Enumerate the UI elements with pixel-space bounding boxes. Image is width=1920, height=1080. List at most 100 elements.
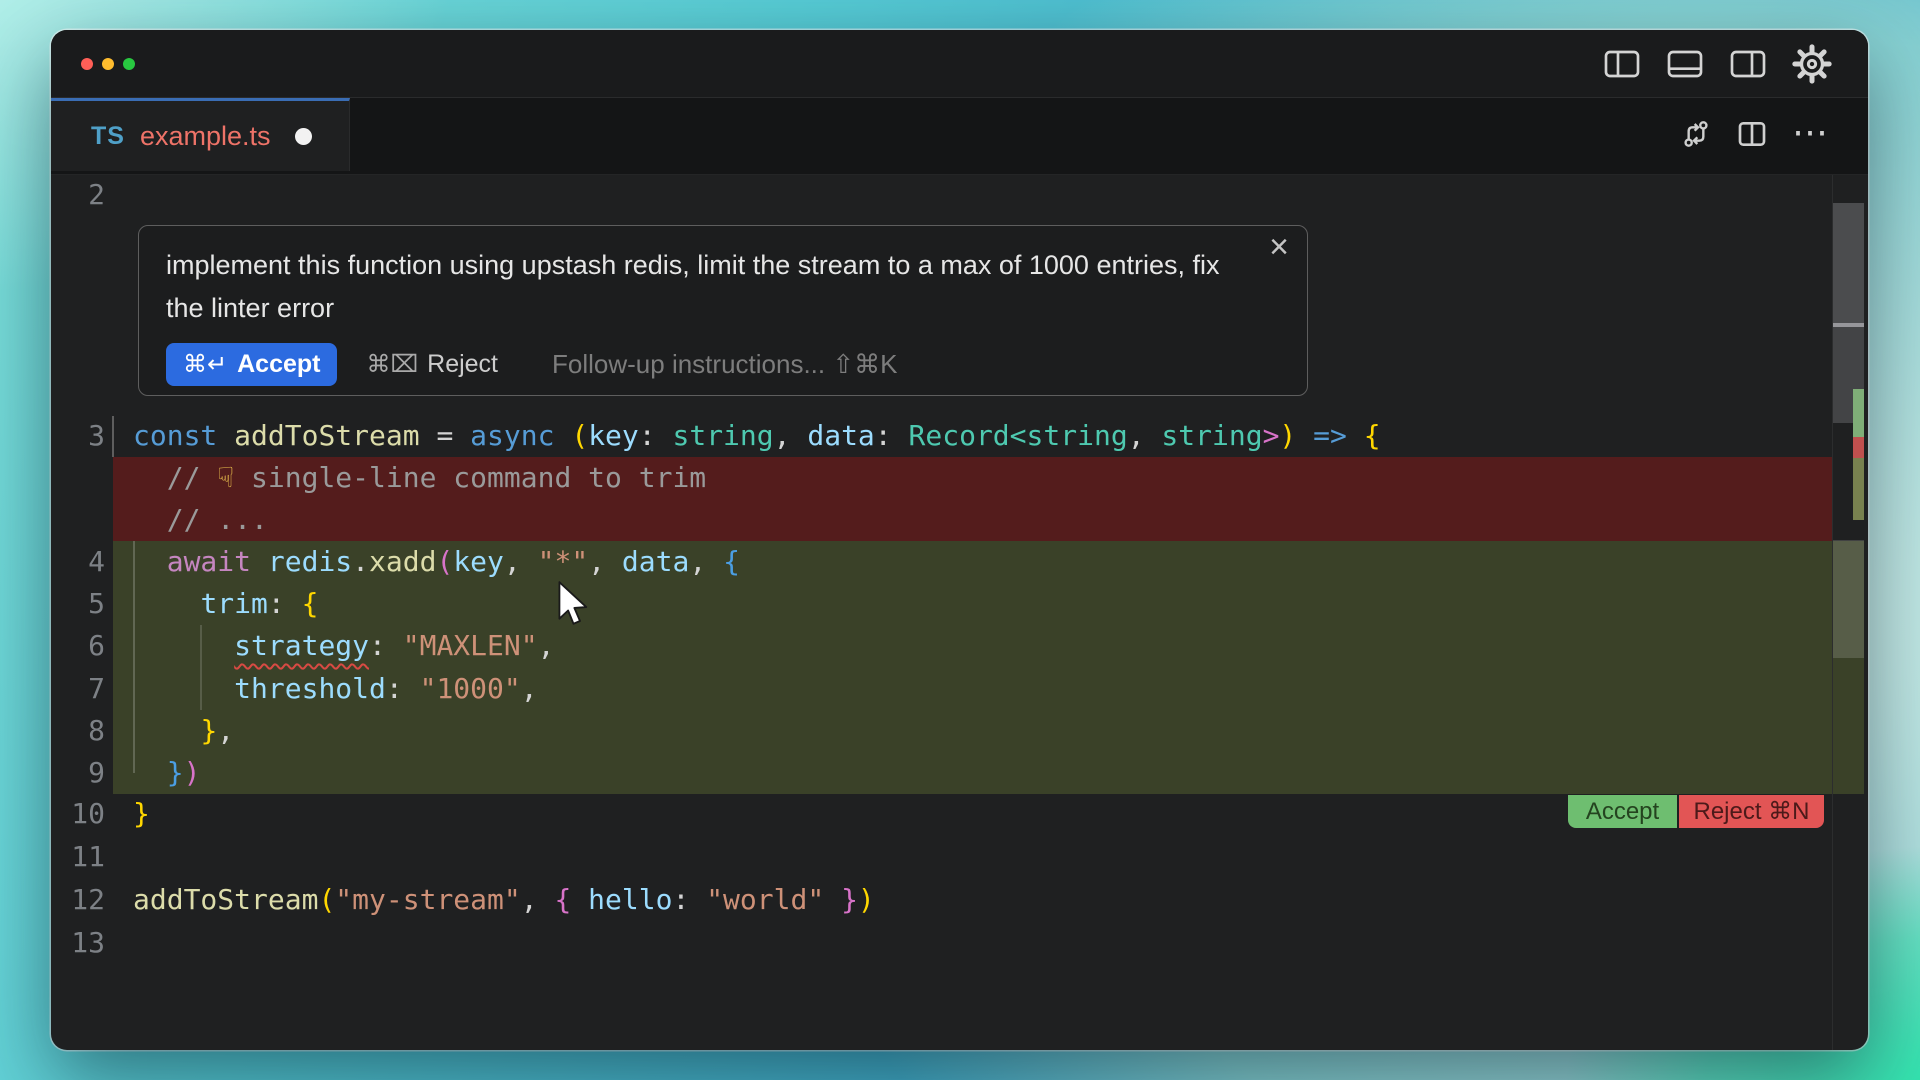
scrollbar-overlay xyxy=(1833,540,1864,658)
code-token: { xyxy=(554,883,571,916)
overview-ruler-deleted-mark xyxy=(1853,437,1864,458)
code-token: , xyxy=(521,672,538,705)
code-line[interactable]: // ... xyxy=(133,499,268,541)
code-token: ) xyxy=(184,756,201,789)
code-token: // xyxy=(133,461,217,494)
code-token: , xyxy=(521,883,555,916)
code-token xyxy=(1347,419,1364,452)
tab-actions: ⋯ xyxy=(1680,98,1828,174)
gutter-line-number: 2 xyxy=(51,174,105,216)
titlebar-actions xyxy=(1603,30,1832,97)
code-line[interactable]: trim: { xyxy=(133,583,318,625)
code-line[interactable]: }) xyxy=(133,752,200,794)
code-line[interactable]: // ☟ single-line command to trim xyxy=(133,457,706,499)
code-token: : xyxy=(672,883,706,916)
code-token: , xyxy=(774,419,808,452)
code-token: addToStream xyxy=(217,419,419,452)
code-token: threshold xyxy=(234,672,386,705)
gutter-line-number: 12 xyxy=(51,879,105,921)
code-token xyxy=(133,629,234,662)
typescript-file-icon: TS xyxy=(91,122,125,151)
compare-changes-icon[interactable] xyxy=(1680,118,1712,155)
code-token: redis xyxy=(268,545,352,578)
tab-example-ts[interactable]: TS example.ts xyxy=(51,98,350,171)
gutter-line-number: 6 xyxy=(51,625,105,667)
code-line[interactable]: }, xyxy=(133,710,234,752)
reject-button[interactable]: ⌘⌧ Reject xyxy=(366,350,498,379)
code-token xyxy=(554,419,571,452)
code-token: key xyxy=(588,419,639,452)
code-token: async xyxy=(470,419,554,452)
code-token: { xyxy=(723,545,740,578)
code-token: ☟ xyxy=(217,461,234,494)
gutter-line-number: 8 xyxy=(51,710,105,752)
code-token: } xyxy=(167,756,184,789)
close-window-button[interactable] xyxy=(81,58,93,70)
code-token: ( xyxy=(571,419,588,452)
gutter-line-number: 4 xyxy=(51,541,105,583)
edit-range-marker xyxy=(112,416,114,457)
code-line[interactable]: await redis.xadd(key, "*", data, { xyxy=(133,541,740,583)
code-token: , xyxy=(689,545,723,578)
code-token xyxy=(571,883,588,916)
code-token: single-line command to trim xyxy=(234,461,706,494)
titlebar xyxy=(51,30,1868,98)
code-token: ( xyxy=(436,545,453,578)
code-token xyxy=(251,545,268,578)
code-line[interactable]: const addToStream = async (key: string, … xyxy=(133,415,1381,457)
code-token: { xyxy=(302,587,319,620)
code-token: } xyxy=(841,883,858,916)
code-token: string xyxy=(672,419,773,452)
editor-window: TS example.ts xyxy=(51,30,1868,1050)
code-token: "1000" xyxy=(420,672,521,705)
code-token: data xyxy=(622,545,689,578)
more-actions-icon[interactable]: ⋯ xyxy=(1792,114,1828,158)
code-token: } xyxy=(133,797,150,830)
code-token: key xyxy=(453,545,504,578)
code-token: , xyxy=(1128,419,1162,452)
minimize-window-button[interactable] xyxy=(102,58,114,70)
overview-ruler-added-mark xyxy=(1853,389,1864,437)
gutter-line-number: 7 xyxy=(51,668,105,710)
code-token xyxy=(133,714,200,747)
split-editor-icon[interactable] xyxy=(1736,118,1768,155)
layout-sidebar-right-icon[interactable] xyxy=(1729,48,1767,80)
followup-instructions-input[interactable]: Follow-up instructions... ⇧⌘K xyxy=(552,349,897,380)
code-token: = xyxy=(420,419,471,452)
code-token: : xyxy=(268,587,302,620)
scrollbar-thumb[interactable] xyxy=(1833,203,1864,323)
prompt-instruction-text: implement this function using upstash re… xyxy=(166,244,1261,330)
gutter-line-number: 11 xyxy=(51,836,105,878)
code-line[interactable]: } xyxy=(133,793,150,835)
code-line[interactable]: addToStream("my-stream", { hello: "world… xyxy=(133,879,875,921)
overview-ruler-modified-mark xyxy=(1853,458,1864,520)
unsaved-changes-dot-icon[interactable] xyxy=(295,128,312,145)
layout-panel-bottom-icon[interactable] xyxy=(1666,48,1704,80)
accept-label: Accept xyxy=(237,350,320,379)
code-token: const xyxy=(133,419,217,452)
code-token: ) xyxy=(858,883,875,916)
code-token: ) xyxy=(1279,419,1296,452)
code-token: , xyxy=(588,545,622,578)
accept-button[interactable]: ⌘↵ Accept xyxy=(166,343,337,386)
code-token: : xyxy=(369,629,403,662)
close-icon[interactable]: × xyxy=(1269,228,1289,267)
code-token: xadd xyxy=(369,545,436,578)
code-token: : xyxy=(639,419,673,452)
gutter-line-number: 3 xyxy=(51,415,105,457)
code-token: : xyxy=(875,419,909,452)
settings-gear-icon[interactable] xyxy=(1792,44,1832,84)
diff-accept-button[interactable]: Accept xyxy=(1568,795,1677,828)
tab-filename: example.ts xyxy=(140,121,271,152)
layout-sidebar-left-icon[interactable] xyxy=(1603,48,1641,80)
diff-reject-button[interactable]: Reject ⌘N xyxy=(1679,795,1824,828)
code-line[interactable]: strategy: "MAXLEN", xyxy=(133,625,554,667)
gutter-line-number: 13 xyxy=(51,922,105,964)
tabbar: TS example.ts xyxy=(51,98,1868,175)
code-line[interactable]: threshold: "1000", xyxy=(133,668,538,710)
code-token xyxy=(1296,419,1313,452)
mouse-cursor-icon xyxy=(556,581,588,634)
zoom-window-button[interactable] xyxy=(123,58,135,70)
code-token: string xyxy=(1027,419,1128,452)
code-token: addToStream xyxy=(133,883,318,916)
